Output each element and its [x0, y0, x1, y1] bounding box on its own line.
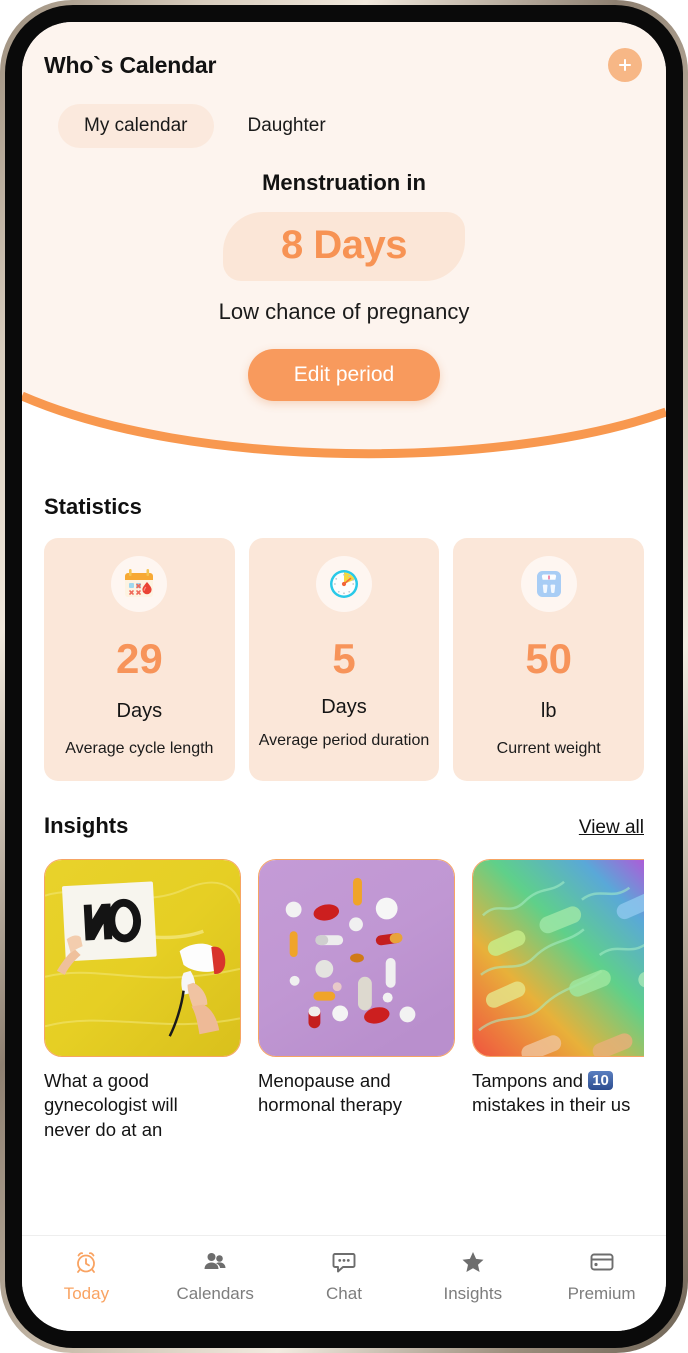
- stat-description: Current weight: [496, 740, 601, 757]
- app-title: Who`s Calendar: [44, 51, 217, 78]
- statistics-header: Statistics: [44, 494, 644, 520]
- view-all-link[interactable]: View all: [579, 817, 644, 839]
- days-remaining-badge: 8 Days: [223, 212, 465, 281]
- purple-pills-photo: [259, 860, 454, 1056]
- insight-caption-badge: 10: [588, 1071, 613, 1091]
- nav-label: Today: [63, 1284, 110, 1303]
- insight-image-pills[interactable]: [258, 859, 455, 1057]
- insight-card[interactable]: Menopause and hormonal therapy: [258, 859, 455, 1142]
- insight-card[interactable]: Tampons and 10 mistakes in their us: [472, 859, 644, 1142]
- stat-description: Average period duration: [258, 732, 430, 749]
- insight-caption-after: mistakes in their us: [472, 1094, 631, 1116]
- nav-item-insights[interactable]: Insights: [408, 1249, 537, 1304]
- insight-card[interactable]: What a good gynecologist will never do a…: [44, 859, 241, 1142]
- tab-daughter[interactable]: Daughter: [222, 104, 352, 148]
- weight-scale-icon: [536, 571, 561, 597]
- stat-unit: Days: [116, 700, 163, 722]
- insights-title: Insights: [44, 813, 129, 838]
- stat-value: 5: [332, 635, 356, 682]
- nav-item-calendars[interactable]: Calendars: [151, 1249, 280, 1304]
- bottom-navigation: Today Calendars Chat Insights Premium: [22, 1235, 666, 1331]
- star-icon: [462, 1252, 484, 1272]
- menstruation-label: Menstruation in: [262, 170, 426, 195]
- insight-image-tampons[interactable]: [472, 859, 644, 1057]
- hero-section: Who`s Calendar My calendar Daughter Mens…: [22, 22, 666, 464]
- nav-label: Chat: [326, 1284, 362, 1303]
- stat-card-current-weight[interactable]: 50 lb Current weight: [453, 538, 645, 781]
- calendar-blood-drop-icon: [125, 569, 154, 597]
- insights-carousel[interactable]: What a good gynecologist will never do a…: [44, 859, 644, 1142]
- stat-card-cycle-length[interactable]: 29 Days Average cycle length: [44, 538, 235, 781]
- insight-caption: Tampons and 10 mistakes in their us: [472, 1069, 644, 1118]
- stat-card-period-duration[interactable]: 5 Days Average period duration: [248, 538, 440, 781]
- timer-clock-icon: [330, 570, 358, 598]
- app-screen: Who`s Calendar My calendar Daughter Mens…: [22, 22, 666, 1331]
- stat-unit: Days: [321, 696, 367, 718]
- chat-bubble-icon: [332, 1253, 356, 1273]
- people-icon: [204, 1253, 226, 1269]
- add-button[interactable]: [608, 48, 642, 82]
- yellow-no-sign-megaphone-photo: [45, 860, 240, 1056]
- calendar-blood-drop-icon-wrap: [111, 556, 168, 612]
- insight-caption-before: Tampons and: [472, 1070, 589, 1091]
- statistics-cards: 29 Days Average cycle length 5 Days Aver…: [44, 538, 645, 781]
- cycle-summary: Menstruation in 8 Days Low chance of pre…: [22, 170, 666, 401]
- insight-caption: Menopause and hormonal therapy: [258, 1070, 402, 1116]
- statistics-section: Statistics 29 Days Average cycle length …: [22, 494, 666, 781]
- insights-section: Insights View all What a good gynecologi…: [22, 813, 666, 1142]
- nav-label: Insights: [443, 1284, 503, 1303]
- plus-icon: [619, 59, 631, 71]
- weight-scale-icon-wrap: [520, 556, 577, 612]
- insight-image-no-sign[interactable]: [44, 859, 241, 1057]
- calendar-tabs: My calendar Daughter: [22, 82, 666, 148]
- stat-description: Average cycle length: [65, 740, 214, 757]
- rainbow-tampons-photo: [473, 860, 644, 1056]
- statistics-title: Statistics: [44, 494, 142, 519]
- alarm-clock-icon: [77, 1252, 96, 1273]
- stat-value: 50: [525, 635, 573, 682]
- credit-card-icon: [590, 1253, 614, 1271]
- timer-clock-icon-wrap: [316, 556, 372, 612]
- nav-item-today[interactable]: Today: [22, 1249, 151, 1304]
- pregnancy-chance-text: Low chance of pregnancy: [218, 299, 470, 324]
- phone-frame: Who`s Calendar My calendar Daughter Mens…: [0, 0, 688, 1353]
- stat-unit: lb: [540, 700, 557, 722]
- nav-label: Calendars: [176, 1284, 254, 1303]
- insights-header: Insights View all: [44, 813, 644, 839]
- nav-label: Premium: [567, 1284, 636, 1303]
- nav-item-premium[interactable]: Premium: [537, 1249, 666, 1304]
- edit-period-button[interactable]: Edit period: [247, 349, 441, 401]
- stat-value: 29: [115, 635, 163, 682]
- app-header: Who`s Calendar: [22, 22, 666, 82]
- insight-caption: What a good gynecologist will never do a…: [44, 1070, 178, 1140]
- tab-my-calendar[interactable]: My calendar: [58, 104, 214, 148]
- nav-item-chat[interactable]: Chat: [280, 1249, 409, 1304]
